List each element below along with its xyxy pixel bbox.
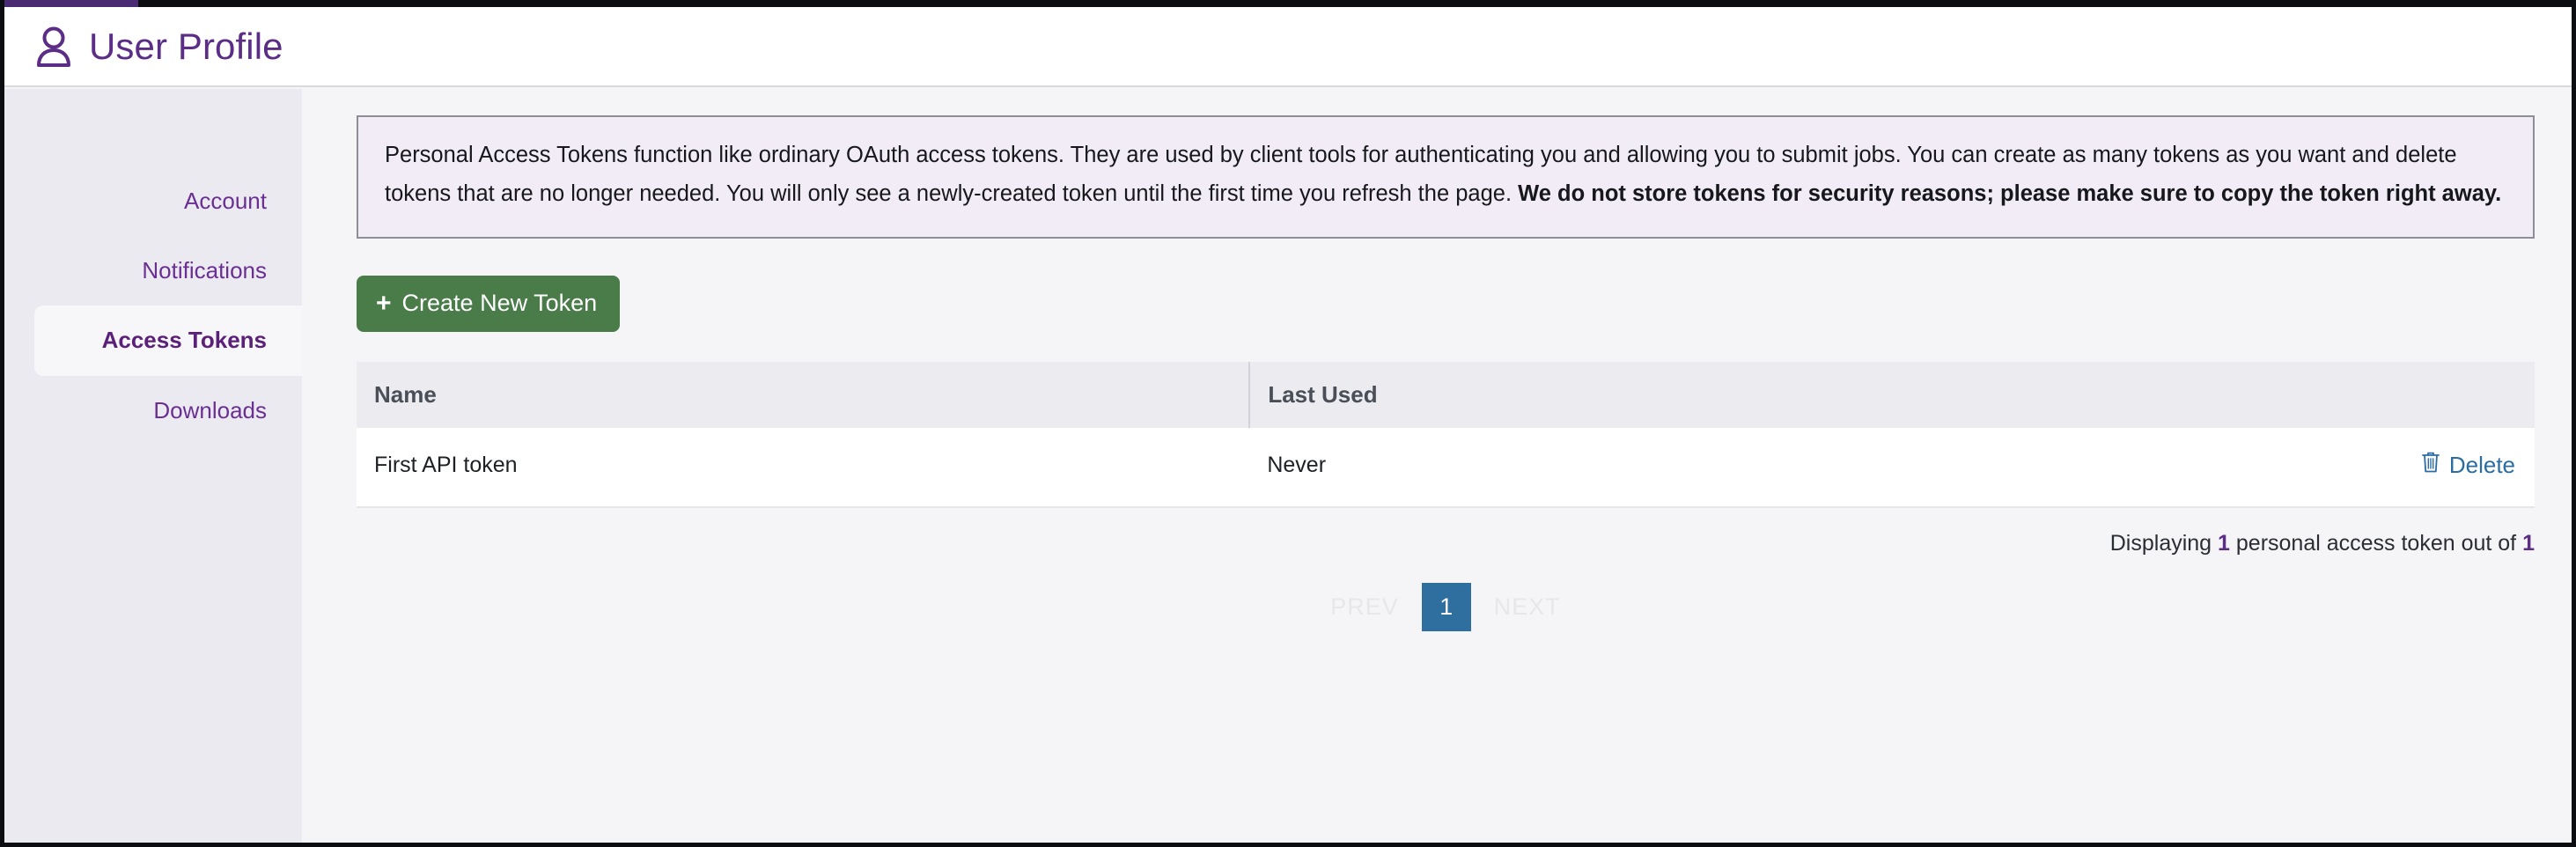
table-row: First API token Never xyxy=(357,428,2535,507)
summary-prefix: Displaying xyxy=(2110,531,2218,556)
cell-token-name: First API token xyxy=(357,428,1249,507)
page-title: User Profile xyxy=(89,28,283,65)
table-body: First API token Never xyxy=(357,428,2535,507)
sidebar-item-notifications[interactable]: Notifications xyxy=(4,236,302,306)
header-title-wrap: User Profile xyxy=(34,26,283,68)
info-banner-warning: We do not store tokens for security reas… xyxy=(1518,181,2501,206)
delete-token-button[interactable]: Delete xyxy=(2421,451,2515,480)
summary-total: 1 xyxy=(2522,531,2535,556)
sidebar-item-label: Account xyxy=(184,188,267,214)
table-head: Name Last Used xyxy=(357,362,2535,428)
sidebar-item-account[interactable]: Account xyxy=(4,166,302,236)
sidebar-item-access-tokens[interactable]: Access Tokens xyxy=(34,306,302,375)
pagination-page-1-button[interactable]: 1 xyxy=(1422,583,1471,631)
sidebar-item-label: Downloads xyxy=(153,397,267,424)
window-chrome-bar xyxy=(4,0,2572,7)
pagination-prev-button[interactable]: PREV xyxy=(1307,583,1422,631)
cell-last-used: Never xyxy=(1249,428,2055,507)
sidebar-item-label: Notifications xyxy=(142,257,267,284)
user-profile-page: User Profile Account Notifications Acces… xyxy=(0,0,2576,847)
summary-middle: personal access token out of xyxy=(2230,531,2522,556)
table-header-row: Name Last Used xyxy=(357,362,2535,428)
toolbar: + Create New Token xyxy=(357,276,2535,332)
user-icon xyxy=(34,26,73,68)
page-load-progress-bar xyxy=(4,0,138,7)
display-summary: Displaying 1 personal access token out o… xyxy=(357,531,2535,556)
plus-icon: + xyxy=(376,291,392,317)
sidebar-item-downloads[interactable]: Downloads xyxy=(4,376,302,446)
page-body: Account Notifications Access Tokens Down… xyxy=(4,89,2572,843)
create-new-token-label: Create New Token xyxy=(402,291,598,315)
main-content: Personal Access Tokens function like ord… xyxy=(302,89,2572,843)
summary-count: 1 xyxy=(2218,531,2230,556)
page-header: User Profile xyxy=(4,7,2572,87)
pagination: PREV 1 NEXT xyxy=(357,583,2535,631)
cell-actions: Delete xyxy=(2056,428,2535,507)
delete-token-label: Delete xyxy=(2449,452,2515,479)
trash-icon xyxy=(2421,451,2440,480)
column-header-name[interactable]: Name xyxy=(357,362,1249,428)
pagination-next-button[interactable]: NEXT xyxy=(1471,583,1584,631)
access-tokens-table: Name Last Used First API token Never xyxy=(357,362,2535,508)
info-banner: Personal Access Tokens function like ord… xyxy=(357,115,2535,239)
column-header-last-used[interactable]: Last Used xyxy=(1249,362,2055,428)
sidebar-item-label: Access Tokens xyxy=(102,327,267,353)
sidebar: Account Notifications Access Tokens Down… xyxy=(4,89,302,843)
create-new-token-button[interactable]: + Create New Token xyxy=(357,276,620,332)
column-header-actions xyxy=(2056,362,2535,428)
